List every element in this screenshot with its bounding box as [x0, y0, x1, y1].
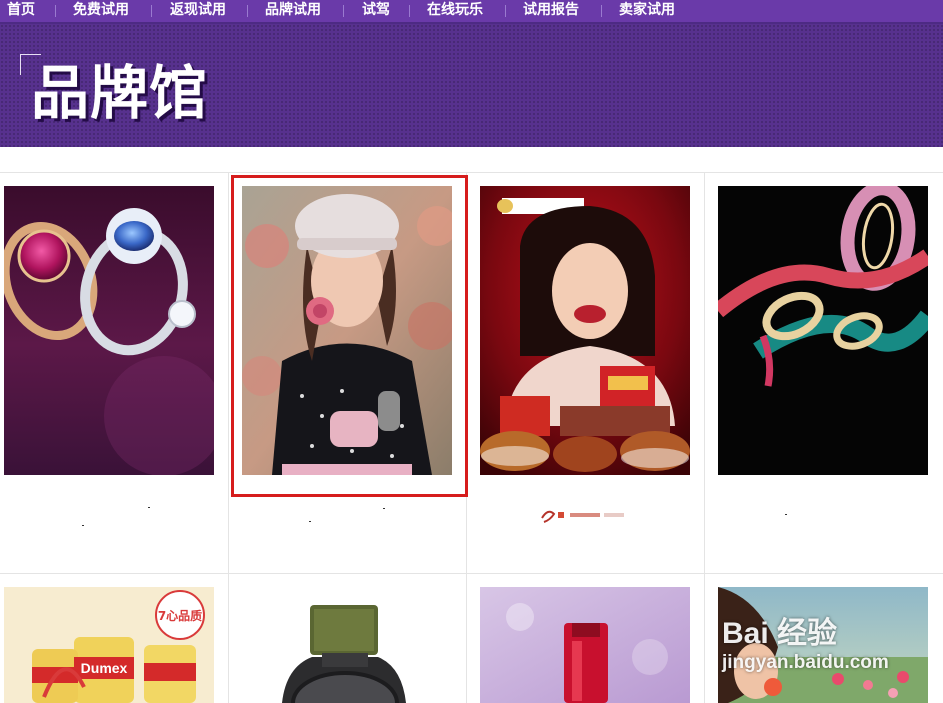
nav-divider [409, 5, 410, 17]
nav-divider [601, 5, 602, 17]
caption-speck [383, 508, 385, 509]
watermark-url: jingyan.baidu.com [722, 652, 889, 673]
nav-item-free-trial[interactable]: 免费试用 [73, 0, 129, 22]
red-cosmetic-bottle-image [480, 587, 690, 703]
caption-speck [309, 521, 311, 522]
nav-item-brand-trial[interactable]: 品牌试用 [265, 0, 321, 22]
grid-divider [228, 172, 229, 703]
caption-speck [148, 507, 150, 508]
product-card-dumex[interactable]: 7心品质 Dumex [4, 587, 214, 703]
grid-divider [0, 573, 943, 574]
baidu-jingyan-watermark: Bai 经验 jingyan.baidu.com [722, 618, 889, 674]
brand-mini-logo [540, 506, 626, 524]
product-card-jewelry[interactable] [4, 186, 214, 475]
nav-divider [247, 5, 248, 17]
nav-item-home[interactable]: 首页 [7, 0, 35, 22]
caption-speck [82, 525, 84, 526]
nav-divider [55, 5, 56, 17]
brand-hall-banner: 品牌馆 [0, 24, 943, 147]
nav-item-test-drive[interactable]: 试驾 [362, 0, 390, 22]
nav-item-cashback-trial[interactable]: 返现试用 [170, 0, 226, 22]
dumex-milk-powder-image: 7心品质 Dumex [4, 587, 214, 703]
nav-divider [343, 5, 344, 17]
selected-card-highlight [231, 175, 468, 497]
top-nav: 首页 免费试用 返现试用 品牌试用 试驾 在线玩乐 试用报告 卖家试用 [0, 0, 943, 24]
product-card-ribbon[interactable] [718, 186, 928, 475]
nav-item-trial-reports[interactable]: 试用报告 [523, 0, 579, 22]
page-title: 品牌馆 [31, 59, 209, 127]
grid-divider [0, 172, 943, 173]
product-card-cosmetics[interactable] [480, 587, 690, 703]
watermark-brand: Bai 经验 [722, 617, 838, 650]
abstract-ribbon-logo-image [718, 186, 928, 475]
wristwatch-image [242, 587, 452, 703]
grid-divider [704, 172, 705, 703]
jewelry-rings-image [4, 186, 214, 475]
snack-food-woman-image [480, 186, 690, 475]
nav-divider [151, 5, 152, 17]
product-card-watch[interactable] [242, 587, 452, 703]
dumex-brand-text: Dumex [81, 660, 128, 676]
nav-divider [505, 5, 506, 17]
product-card-snacks[interactable] [480, 186, 690, 475]
caption-speck [785, 514, 787, 515]
dumex-badge-text: 7心品质 [158, 608, 202, 623]
nav-item-online-play[interactable]: 在线玩乐 [427, 0, 483, 22]
nav-item-seller-trial[interactable]: 卖家试用 [619, 0, 675, 22]
